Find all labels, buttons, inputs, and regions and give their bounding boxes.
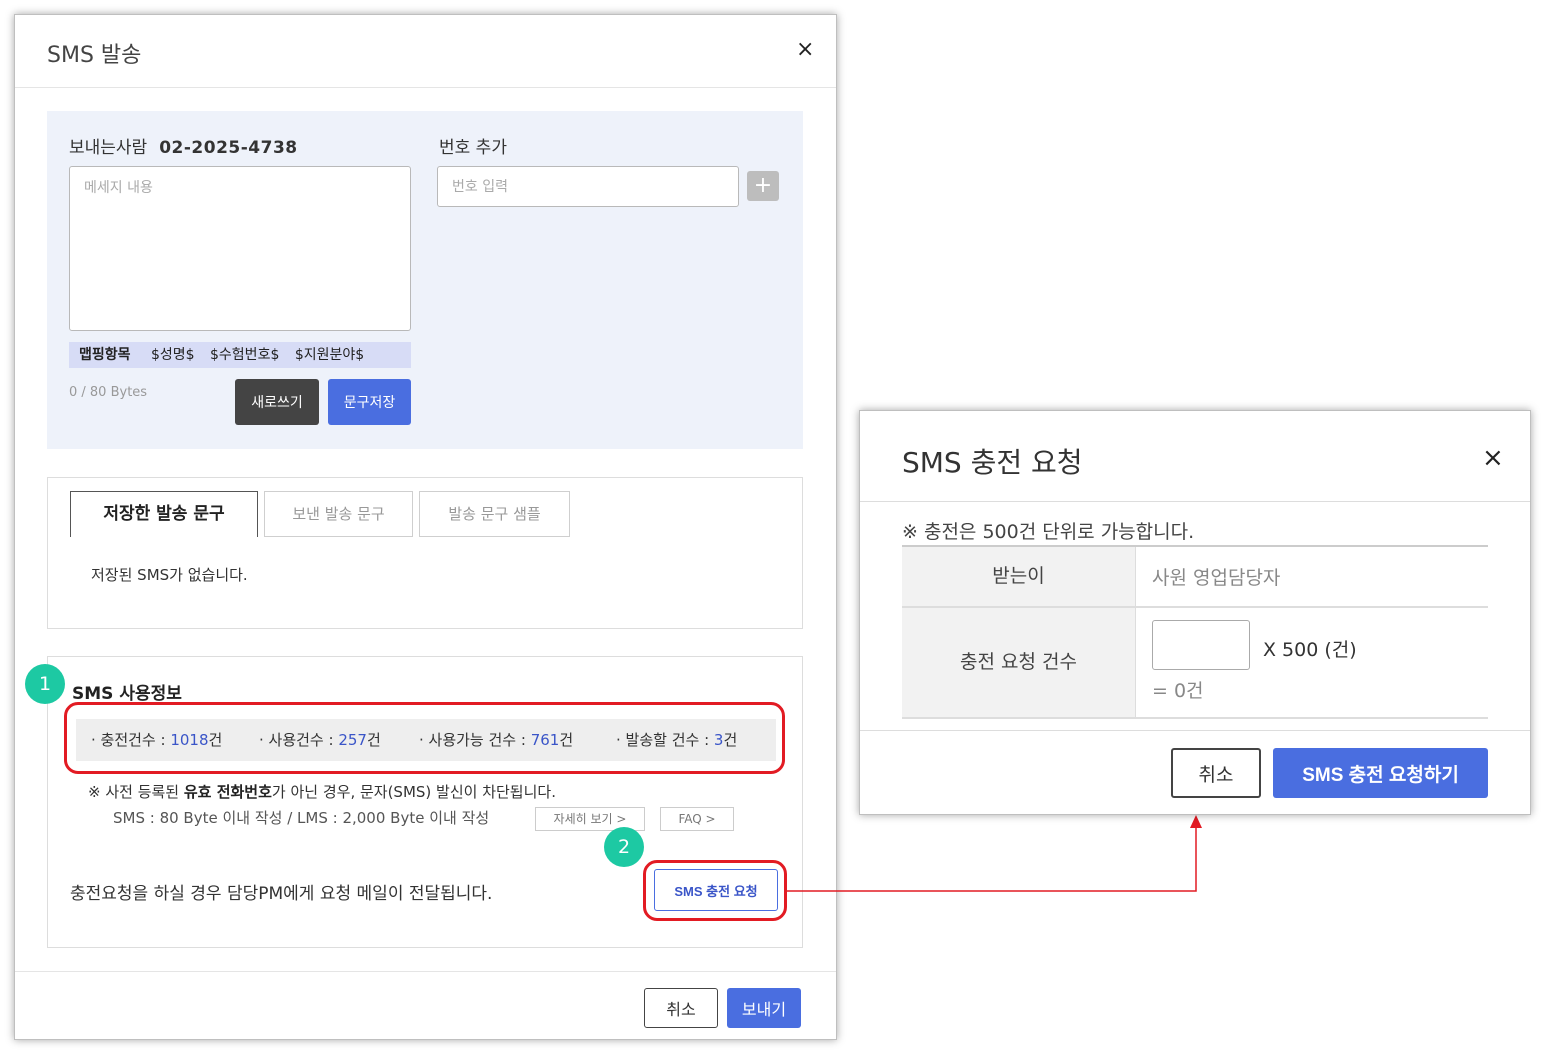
recipient-row: 받는이 사원 영업담당자 (902, 547, 1488, 608)
charge-form-table: 받는이 사원 영업담당자 충전 요청 건수 X 500 (건) = 0건 (902, 545, 1488, 719)
footer-divider (860, 730, 1530, 731)
close-icon[interactable]: × (1482, 445, 1504, 471)
recipient-value: 사원 영업담당자 (1152, 567, 1281, 589)
charge-modal-title: SMS 충전 요청 (902, 446, 1083, 479)
charge-count-label: 충전 요청 건수 (902, 608, 1136, 717)
header-divider (860, 501, 1530, 502)
charge-count-row: 충전 요청 건수 X 500 (건) = 0건 (902, 608, 1488, 719)
recipient-label: 받는이 (902, 547, 1136, 606)
cancel-button[interactable]: 취소 (1171, 748, 1261, 798)
multiplier-text: X 500 (건) (1263, 639, 1357, 661)
total-count-text: = 0건 (1152, 680, 1204, 702)
sms-charge-modal: SMS 충전 요청 × ※ 충전은 500건 단위로 가능합니다. 받는이 사원… (859, 410, 1531, 815)
charge-count-input[interactable] (1152, 620, 1250, 670)
charge-unit-note: ※ 충전은 500건 단위로 가능합니다. (902, 521, 1195, 543)
submit-charge-request-button[interactable]: SMS 충전 요청하기 (1273, 748, 1488, 798)
